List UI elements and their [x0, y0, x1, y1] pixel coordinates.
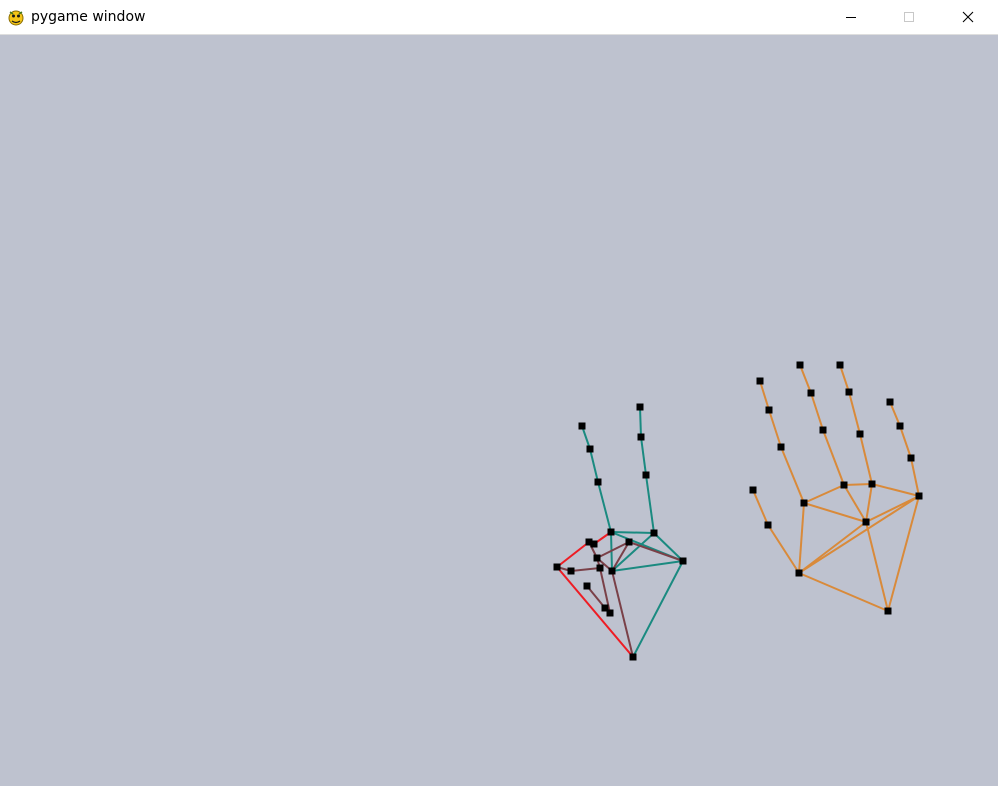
hand-landmark-canvas — [0, 35, 998, 786]
right-hand-landmark — [765, 406, 773, 414]
title-bar[interactable]: pygame window — [0, 0, 998, 35]
left-hand-landmark — [594, 478, 602, 486]
left-hand-landmark — [583, 582, 591, 590]
right-hand-landmark — [819, 426, 827, 434]
right-hand-landmark — [845, 388, 853, 396]
left-hand-landmark — [590, 540, 598, 548]
right-hand-landmark — [836, 361, 844, 369]
maximize-icon — [903, 11, 915, 23]
right-hand-landmark — [807, 389, 815, 397]
right-hand-landmark — [862, 518, 870, 526]
left-hand-landmark — [586, 445, 594, 453]
left-hand-landmark — [637, 433, 645, 441]
left-hand-landmark — [629, 653, 637, 661]
left-hand-landmark — [608, 567, 616, 575]
right-hand-bone — [843, 483, 873, 486]
right-hand-landmark — [764, 521, 772, 529]
right-hand-landmark — [756, 377, 764, 385]
left-hand-landmark — [636, 403, 644, 411]
right-hand-landmark — [796, 361, 804, 369]
left-hand-landmark — [679, 557, 687, 565]
right-hand-landmark — [896, 422, 904, 430]
left-hand-landmark — [625, 538, 633, 546]
left-hand-landmark — [567, 567, 575, 575]
left-hand-landmark — [650, 529, 658, 537]
left-hand-landmark — [553, 563, 561, 571]
right-hand-landmark — [795, 569, 803, 577]
right-hand-landmark — [856, 430, 864, 438]
right-hand-landmark — [840, 481, 848, 489]
left-hand-bone — [639, 406, 642, 438]
right-hand-landmark — [886, 398, 894, 406]
right-hand-landmark — [800, 499, 808, 507]
pygame-snake-icon — [6, 7, 26, 27]
pygame-window: pygame window — [0, 0, 998, 786]
close-icon — [962, 11, 974, 23]
window-title: pygame window — [31, 9, 146, 25]
right-hand-landmark — [749, 486, 757, 494]
canvas-background — [0, 35, 998, 786]
left-hand-landmark — [607, 528, 615, 536]
left-hand-landmark — [642, 471, 650, 479]
game-surface[interactable] — [0, 35, 998, 786]
minimize-icon — [845, 11, 857, 23]
left-hand-landmark — [578, 422, 586, 430]
right-hand-landmark — [915, 492, 923, 500]
close-button[interactable] — [938, 0, 998, 34]
left-hand-landmark — [606, 609, 614, 617]
left-hand-landmark — [593, 554, 601, 562]
minimize-button[interactable] — [822, 0, 880, 34]
right-hand-landmark — [777, 443, 785, 451]
maximize-button[interactable] — [880, 0, 938, 34]
right-hand-landmark — [868, 480, 876, 488]
left-hand-bone — [610, 531, 655, 534]
right-hand-landmark — [884, 607, 892, 615]
left-hand-landmark — [596, 564, 604, 572]
right-hand-landmark — [907, 454, 915, 462]
